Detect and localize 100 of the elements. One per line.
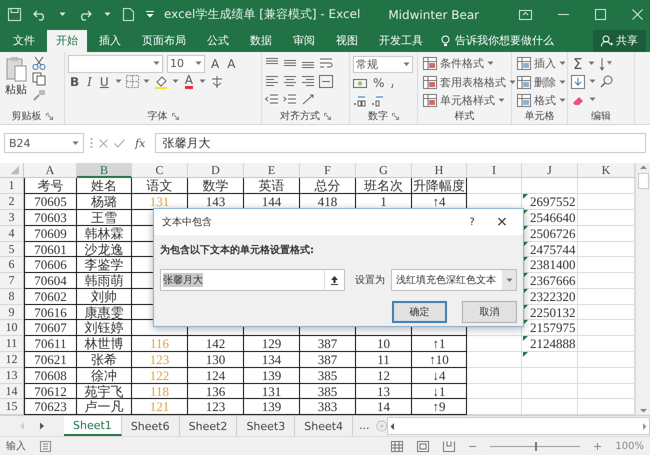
ribbon-tab[interactable]: 文件 xyxy=(4,30,44,52)
row-header[interactable]: 15 xyxy=(0,399,24,416)
style-button[interactable]: 单元格样式 xyxy=(421,92,518,109)
row-header[interactable]: 9 xyxy=(0,304,24,320)
dialog-launcher-icon[interactable] xyxy=(172,112,178,120)
increase-indent-icon[interactable] xyxy=(283,93,297,106)
merge-icon[interactable] xyxy=(319,75,333,88)
close-icon[interactable] xyxy=(632,9,644,20)
caret-icon[interactable] xyxy=(114,79,122,84)
column-header[interactable]: H xyxy=(412,163,467,178)
maximize-icon[interactable] xyxy=(595,9,606,20)
name-box[interactable]: B24 xyxy=(4,133,84,154)
ribbon-tab[interactable]: 开发工具 xyxy=(370,30,432,52)
caret-icon[interactable] xyxy=(498,98,505,103)
copy-icon[interactable] xyxy=(32,72,46,86)
align-left-icon[interactable] xyxy=(265,75,279,88)
phonetic-icon[interactable] xyxy=(210,74,224,89)
page-layout-icon[interactable] xyxy=(417,440,430,452)
input-field[interactable]: 张馨月大 xyxy=(160,269,345,292)
caret-icon[interactable] xyxy=(104,12,111,18)
check-icon[interactable] xyxy=(114,138,125,148)
save-icon[interactable] xyxy=(8,8,21,22)
caret-icon[interactable] xyxy=(559,80,566,85)
ribbon-tab[interactable]: 开始 xyxy=(47,30,87,52)
caret-icon[interactable] xyxy=(559,98,566,103)
style-button[interactable]: 套用表格格式 xyxy=(421,74,518,90)
row-header[interactable]: 4 xyxy=(0,226,24,242)
ok-button[interactable]: 确定 xyxy=(392,301,447,324)
zoom-in-icon[interactable] xyxy=(594,442,602,450)
column-header[interactable]: J xyxy=(522,163,578,178)
tell-me-field[interactable]: 告诉我你想要做什么 xyxy=(453,33,583,48)
row-header[interactable]: 7 xyxy=(0,273,24,289)
cells-button[interactable]: 插入 xyxy=(515,56,568,72)
caret-icon[interactable] xyxy=(509,80,516,85)
customize-icon[interactable] xyxy=(146,11,154,18)
decrease-decimal-icon[interactable] xyxy=(371,94,385,107)
wrap-text-icon[interactable] xyxy=(319,57,333,70)
column-header[interactable]: K xyxy=(578,163,635,178)
ribbon-tab[interactable]: 页面布局 xyxy=(133,30,195,52)
cells-button[interactable]: 删除 xyxy=(515,74,568,90)
column-header[interactable]: A xyxy=(24,163,77,178)
ribbon-tab[interactable]: 审阅 xyxy=(284,30,324,52)
font-size-field[interactable]: 10 xyxy=(167,54,205,73)
caret-icon[interactable] xyxy=(559,61,566,66)
row-header[interactable]: 11 xyxy=(0,336,24,352)
caret-icon[interactable] xyxy=(59,12,66,18)
fill-down-icon[interactable] xyxy=(571,74,585,89)
document-icon[interactable] xyxy=(123,8,134,22)
caret-icon[interactable] xyxy=(506,278,512,283)
align-center-icon[interactable] xyxy=(283,75,297,88)
row-header[interactable]: 2 xyxy=(0,194,24,210)
caret-icon[interactable] xyxy=(403,62,410,67)
orientation-icon[interactable] xyxy=(301,93,315,106)
caret-icon[interactable] xyxy=(589,79,596,84)
dialog-launcher-icon[interactable] xyxy=(324,112,331,120)
row-header[interactable]: 13 xyxy=(0,368,24,384)
number-format-field[interactable]: 常规 xyxy=(353,56,413,74)
bold-button[interactable]: B xyxy=(68,72,82,91)
font-name-field[interactable] xyxy=(68,54,163,73)
help-button[interactable]: ? xyxy=(459,216,485,229)
column-header[interactable]: I xyxy=(467,163,522,178)
ribbon-tab[interactable]: 数据 xyxy=(241,30,281,52)
fill-bucket-icon[interactable] xyxy=(154,74,168,89)
row-header[interactable]: 5 xyxy=(0,242,24,258)
format-dropdown[interactable]: 浅红填充色深红色文本 xyxy=(391,269,517,292)
row-header[interactable]: 14 xyxy=(0,384,24,400)
page-break-icon[interactable] xyxy=(443,440,456,452)
column-header[interactable]: C xyxy=(132,163,188,178)
currency-icon[interactable] xyxy=(353,77,367,90)
dialog-launcher-icon[interactable] xyxy=(392,112,399,120)
brush-icon[interactable] xyxy=(32,88,46,102)
formula-field[interactable]: 张馨月大 xyxy=(155,133,646,154)
column-header[interactable]: D xyxy=(188,163,244,178)
shrink-font-button[interactable]: A xyxy=(225,54,238,73)
search-icon[interactable] xyxy=(600,75,613,88)
italic-button[interactable]: I xyxy=(85,72,94,91)
paste-button[interactable]: 粘贴 xyxy=(3,56,29,109)
font-color-button[interactable]: A xyxy=(182,72,195,91)
caret-icon[interactable] xyxy=(198,79,206,84)
horizontal-scrollbar[interactable] xyxy=(387,417,650,436)
ribbon-display-icon[interactable] xyxy=(519,10,532,20)
autosum-button[interactable]: Σ xyxy=(571,54,584,73)
row-header[interactable]: 8 xyxy=(0,288,24,305)
sort-icon[interactable] xyxy=(599,56,614,71)
caret-icon[interactable] xyxy=(487,61,494,66)
row-header[interactable]: 12 xyxy=(0,352,24,368)
vertical-scrollbar[interactable] xyxy=(635,163,650,416)
row-header[interactable]: 10 xyxy=(0,320,24,336)
ribbon-tab[interactable]: 视图 xyxy=(327,30,367,52)
macro-icon[interactable] xyxy=(40,440,51,452)
cancel-button[interactable]: 取消 xyxy=(462,301,517,324)
column-header[interactable]: F xyxy=(300,163,356,178)
percent-button[interactable]: % xyxy=(371,74,386,92)
scroll-thumb[interactable] xyxy=(638,173,648,190)
caret-icon[interactable] xyxy=(72,140,79,146)
zoom-out-icon[interactable] xyxy=(469,444,476,448)
row-header[interactable]: 6 xyxy=(0,257,24,274)
caret-icon[interactable] xyxy=(153,61,160,66)
increase-decimal-icon[interactable] xyxy=(353,94,367,107)
align-right-icon[interactable] xyxy=(301,75,315,88)
